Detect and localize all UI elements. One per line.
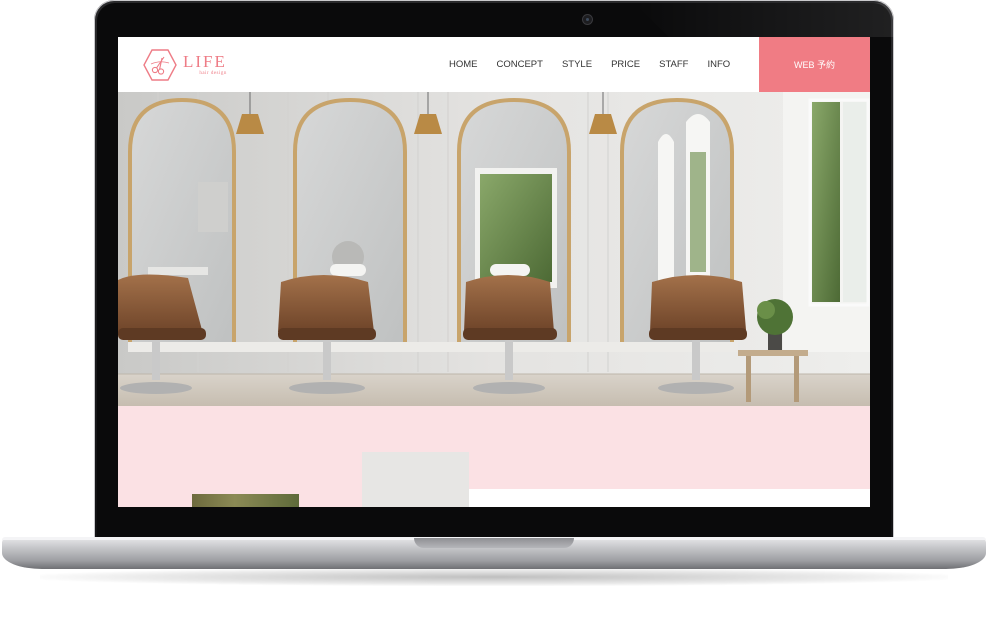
scissors-hexagon-logo-icon	[143, 48, 177, 81]
laptop-shadow	[40, 568, 948, 586]
nav-price[interactable]: PRICE	[611, 59, 640, 70]
logo-subtitle: hair design	[199, 70, 227, 76]
logo-text: LIFE hair design	[183, 51, 227, 77]
section-photo-plant	[192, 494, 299, 507]
section-white-panel	[469, 489, 870, 507]
nav-concept[interactable]: CONCEPT	[497, 59, 543, 70]
nav-style[interactable]: STYLE	[562, 59, 592, 70]
laptop-screen: LIFE hair design HOME CONCEPT STYLE PRIC…	[118, 37, 870, 507]
main-nav: HOME CONCEPT STYLE PRICE STAFF INFO	[449, 37, 730, 92]
hero-image	[118, 92, 870, 406]
lid-glare	[634, 3, 984, 37]
logo-name: LIFE	[183, 51, 227, 71]
site-logo[interactable]: LIFE hair design	[142, 46, 227, 83]
salon-interior-illustration	[118, 92, 870, 406]
nav-home[interactable]: HOME	[449, 59, 478, 70]
site-header: LIFE hair design HOME CONCEPT STYLE PRIC…	[118, 37, 870, 92]
section-photo	[362, 452, 469, 507]
content-section	[118, 406, 870, 507]
camera-icon	[583, 15, 592, 24]
nav-info[interactable]: INFO	[708, 59, 731, 70]
nav-staff[interactable]: STAFF	[659, 59, 688, 70]
web-reservation-button[interactable]: WEB 予約	[759, 37, 870, 92]
laptop-notch	[414, 538, 574, 548]
